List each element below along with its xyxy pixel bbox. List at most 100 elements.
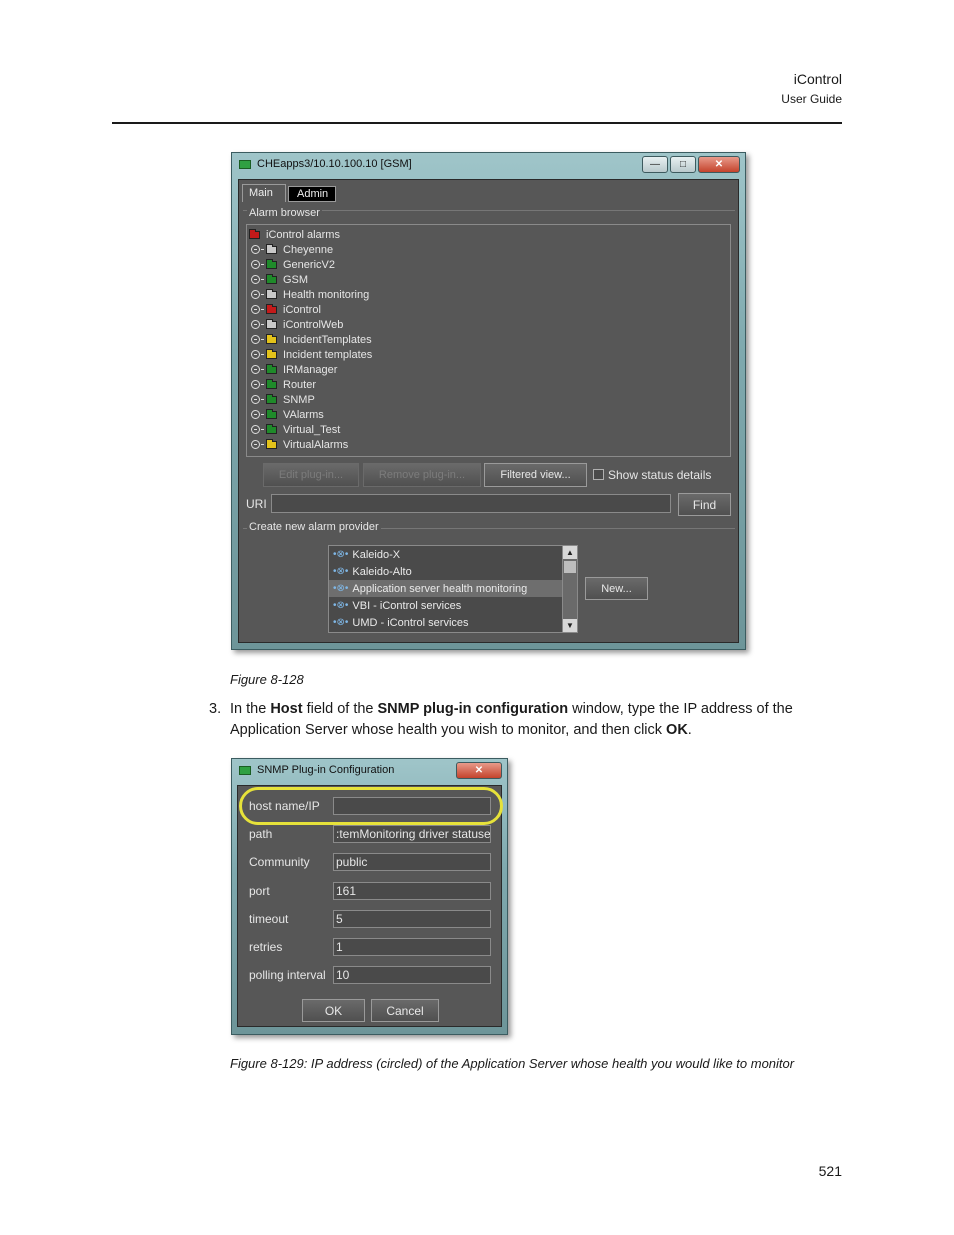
expand-icon[interactable]	[251, 365, 260, 374]
plugin-icon: •⊗•	[333, 566, 349, 577]
expand-icon[interactable]	[251, 425, 260, 434]
filtered-view-button[interactable]: Filtered view...	[484, 463, 587, 487]
expand-icon[interactable]	[251, 350, 260, 359]
field-input[interactable]: 10	[333, 966, 491, 985]
scroll-up-icon[interactable]: ▲	[563, 546, 577, 559]
header-divider	[112, 122, 842, 124]
plugin-icon: •⊗•	[333, 617, 349, 628]
provider-list-item[interactable]: •⊗• VBI - iControl services	[329, 597, 563, 614]
tree-item[interactable]: VirtualAlarms	[251, 437, 348, 452]
show-status-checkbox[interactable]	[593, 469, 604, 480]
field-label: path	[249, 827, 273, 842]
tree-item[interactable]: iControlWeb	[251, 317, 343, 332]
tree-item[interactable]: GenericV2	[251, 257, 335, 272]
tree-item[interactable]: VAlarms	[251, 407, 324, 422]
close-icon[interactable]: ✕	[456, 761, 502, 779]
tree-connector	[261, 354, 264, 355]
tree-item[interactable]: Cheyenne	[251, 242, 333, 257]
tree-item-label: Virtual_Test	[283, 423, 341, 436]
tree-connector	[261, 294, 264, 295]
provider-list-item[interactable]: •⊗• Application server health monitoring	[329, 580, 563, 597]
snmp-config-window: SNMP Plug-in Configuration ✕ host name/I…	[231, 758, 508, 1035]
plugin-icon: •⊗•	[333, 600, 349, 611]
instruction-part: .	[687, 722, 692, 738]
tree-item-label: iControl	[283, 303, 321, 316]
tree-item-label: Router	[283, 378, 317, 391]
tree-root-label: iControl alarms	[266, 228, 340, 241]
cancel-button[interactable]: Cancel	[371, 999, 439, 1022]
field-input[interactable]: 5	[333, 909, 491, 928]
tab-admin[interactable]: Admin	[288, 186, 336, 202]
alarm-tree[interactable]: iControl alarms Cheyenne GenericV2 GSM Heal…	[246, 224, 731, 457]
tree-item[interactable]: IncidentTemplates	[251, 332, 372, 347]
provider-list-item[interactable]: •⊗• UMD - iControl services	[329, 614, 563, 631]
tree-item-label: iControlWeb	[283, 318, 344, 331]
snmp-window-title: SNMP Plug-in Configuration	[257, 764, 395, 776]
instruction-text: In the Host field of the SNMP plug-in co…	[230, 699, 842, 741]
provider-list-scrollbar[interactable]: ▲ ▼	[562, 546, 577, 632]
tree-item-label: VAlarms	[283, 408, 324, 421]
folder-icon	[266, 258, 277, 269]
field-label: Community	[249, 855, 310, 870]
folder-icon	[266, 273, 277, 284]
tree-item[interactable]: Router	[251, 377, 316, 392]
tree-root[interactable]: iControl alarms	[249, 227, 340, 242]
field-input[interactable]: 1	[333, 938, 491, 956]
tree-connector	[261, 369, 264, 370]
field-label: port	[249, 883, 270, 898]
folder-icon	[266, 363, 277, 374]
expand-icon[interactable]	[251, 245, 260, 254]
field-input[interactable]: 161	[333, 881, 491, 900]
provider-list-item[interactable]: •⊗• Kaleido-Alto	[329, 563, 563, 580]
tree-item-label: GSM	[283, 273, 309, 286]
expand-icon[interactable]	[251, 320, 260, 329]
scroll-down-icon[interactable]: ▼	[563, 619, 577, 632]
window-content: Main Admin Alarm browser iControl alarms…	[238, 179, 739, 643]
provider-list[interactable]: •⊗• Kaleido-X •⊗• Kaleido-Alto •⊗• Applicatio…	[328, 545, 578, 633]
tree-item[interactable]: Health monitoring	[251, 287, 369, 302]
expand-icon[interactable]	[251, 410, 260, 419]
new-provider-button[interactable]: New...	[585, 577, 648, 600]
tree-item[interactable]: GSM	[251, 272, 308, 287]
close-icon[interactable]: ✕	[698, 155, 740, 173]
scroll-thumb[interactable]	[564, 561, 576, 573]
red-folder-icon	[249, 228, 260, 239]
expand-icon[interactable]	[251, 305, 260, 314]
show-status-label: Show status details	[608, 468, 712, 482]
expand-icon[interactable]	[251, 335, 260, 344]
expand-icon[interactable]	[251, 275, 260, 284]
tree-connector	[261, 249, 264, 250]
tree-item-label: IRManager	[283, 363, 338, 376]
folder-icon	[266, 393, 277, 404]
folder-icon	[266, 378, 277, 389]
expand-icon[interactable]	[251, 260, 260, 269]
tree-item[interactable]: Virtual_Test	[251, 422, 340, 437]
window-title: CHEapps3/10.10.100.10 [GSM]	[257, 158, 412, 170]
create-provider-label: Create new alarm provider	[247, 521, 381, 533]
expand-icon[interactable]	[251, 440, 260, 449]
uri-input[interactable]	[271, 494, 671, 513]
tree-item[interactable]: Incident templates	[251, 347, 372, 362]
field-input[interactable]: :temMonitoring driver statuses	[333, 825, 491, 844]
tree-item-label: VirtualAlarms	[283, 438, 349, 451]
expand-icon[interactable]	[251, 290, 260, 299]
tab-main[interactable]: Main	[242, 184, 286, 202]
figure-caption: Figure 8-129: IP address (circled) of th…	[230, 1056, 795, 1071]
provider-item-label: VBI - iControl services	[352, 599, 462, 612]
tree-item[interactable]: IRManager	[251, 362, 337, 377]
folder-icon	[266, 288, 277, 299]
find-button[interactable]: Find	[678, 493, 731, 516]
expand-icon[interactable]	[251, 380, 260, 389]
expand-icon[interactable]	[251, 395, 260, 404]
tree-connector	[261, 429, 264, 430]
ok-button[interactable]: OK	[302, 999, 365, 1022]
minimize-icon[interactable]: —	[642, 155, 668, 173]
tree-item[interactable]: iControl	[251, 302, 321, 317]
maximize-icon[interactable]: □	[670, 155, 696, 173]
field-input[interactable]: public	[333, 853, 491, 872]
provider-list-item[interactable]: •⊗• Kaleido-X	[329, 546, 563, 563]
remove-plugin-button[interactable]: Remove plug-in...	[363, 463, 481, 487]
folder-icon	[266, 408, 277, 419]
edit-plugin-button[interactable]: Edit plug-in...	[263, 463, 359, 487]
tree-item[interactable]: SNMP	[251, 392, 315, 407]
